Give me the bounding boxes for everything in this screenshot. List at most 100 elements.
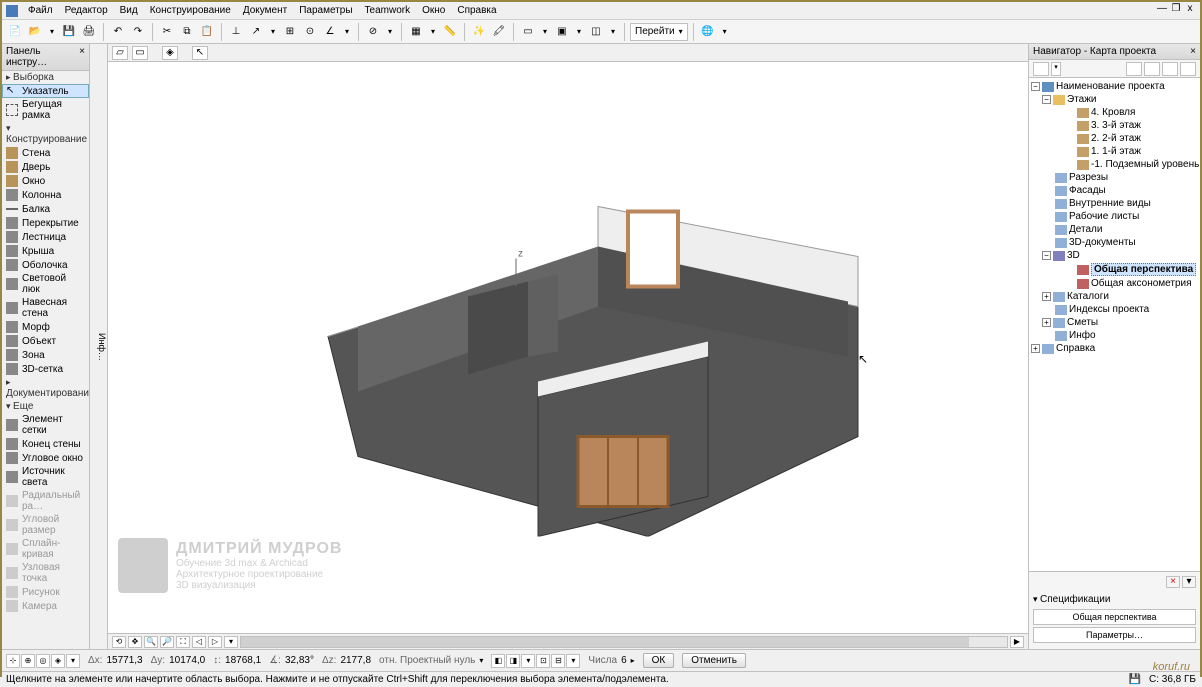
window-minimize[interactable]: — — [1156, 4, 1168, 16]
zoom-next-button[interactable]: ▷ — [208, 636, 222, 648]
tool-mesh[interactable]: 3D-сетка — [2, 362, 89, 376]
measure-button[interactable]: 📏 — [441, 23, 459, 41]
menu-design[interactable]: Конструирование — [144, 3, 237, 18]
tracker-btn-5[interactable]: ⊟ — [551, 654, 565, 668]
menu-edit[interactable]: Редактор — [59, 3, 114, 18]
tool-curtainwall[interactable]: Навесная стена — [2, 296, 89, 320]
navigator-close[interactable]: × — [1190, 46, 1196, 57]
view2-button[interactable]: ▣ — [553, 23, 571, 41]
view2-dropdown[interactable]: ▾ — [573, 23, 585, 41]
tree-3d[interactable]: −3D — [1031, 249, 1198, 262]
cursor-arrow-icon[interactable]: ↖ — [192, 46, 208, 60]
coord-mode-5[interactable]: ▾ — [66, 654, 80, 668]
coord-mode-2[interactable]: ⊕ — [21, 654, 35, 668]
nav-publisher-button[interactable] — [1162, 62, 1178, 76]
menu-options[interactable]: Параметры — [293, 3, 358, 18]
copy-button[interactable]: ⧉ — [178, 23, 196, 41]
orbit-button[interactable]: ⟲ — [112, 636, 126, 648]
tree-3d-docs[interactable]: 3D-документы — [1031, 236, 1198, 249]
tree-stories[interactable]: −Этажи — [1031, 93, 1198, 106]
menu-document[interactable]: Документ — [237, 3, 293, 18]
goto-button[interactable]: Перейти ▾ — [630, 23, 688, 41]
tool-zone[interactable]: Зона — [2, 348, 89, 362]
undo-button[interactable]: ↶ — [109, 23, 127, 41]
tree-story-roof[interactable]: 4. Кровля — [1031, 106, 1198, 119]
navigator-tree[interactable]: −Наименование проекта −Этажи 4. Кровля 3… — [1029, 78, 1200, 571]
geometry-method-3[interactable]: ◈ — [162, 46, 178, 60]
snap-dropdown[interactable]: ▾ — [267, 23, 279, 41]
tool-light[interactable]: Источник света — [2, 465, 89, 489]
view3-button[interactable]: ◫ — [587, 23, 605, 41]
view-name-field[interactable]: Общая перспектива — [1033, 609, 1196, 625]
globe-dropdown[interactable]: ▾ — [719, 23, 731, 41]
tool-drawing[interactable]: Рисунок — [2, 585, 89, 599]
menu-help[interactable]: Справка — [451, 3, 502, 18]
magic-wand-button[interactable]: ✨ — [470, 23, 488, 41]
nav-delete-button[interactable]: × — [1166, 576, 1180, 588]
nav-dropdown[interactable]: ▾ — [1051, 62, 1061, 76]
zoom-in-button[interactable]: 🔍 — [144, 636, 158, 648]
coord-mode-3[interactable]: ◎ — [36, 654, 50, 668]
coord-mode-1[interactable]: ⊹ — [6, 654, 20, 668]
tool-stair[interactable]: Лестница — [2, 230, 89, 244]
tool-column[interactable]: Колонна — [2, 188, 89, 202]
menu-file[interactable]: Файл — [22, 3, 59, 18]
ok-button[interactable]: ОК — [643, 653, 675, 668]
nav-layout-book-button[interactable] — [1144, 62, 1160, 76]
window-restore[interactable]: ❐ — [1170, 4, 1182, 16]
tool-grid-element[interactable]: Элемент сетки — [2, 413, 89, 437]
origin-dropdown[interactable]: ▾ — [479, 656, 483, 665]
view1-button[interactable]: ▭ — [519, 23, 537, 41]
tool-hotspot[interactable]: Узловая точка — [2, 561, 89, 585]
snap-perp-button[interactable]: ⊥ — [227, 23, 245, 41]
nav-settings-button2[interactable]: ▾ — [1182, 576, 1196, 588]
fit-button[interactable]: ⛶ — [176, 636, 190, 648]
window-close[interactable]: x — [1184, 4, 1196, 16]
print-button[interactable]: 🖨 — [80, 23, 98, 41]
tree-lists[interactable]: +Сметы — [1031, 316, 1198, 329]
snap-point-button[interactable]: ⊙ — [301, 23, 319, 41]
tracker-btn-1[interactable]: ◧ — [491, 654, 505, 668]
geometry-method-1[interactable]: ▱ — [112, 46, 128, 60]
params-button[interactable]: Параметры… — [1033, 627, 1196, 643]
tool-marquee[interactable]: Бегущая рамка — [2, 98, 89, 122]
tree-interior[interactable]: Внутренние виды — [1031, 197, 1198, 210]
tool-radial-dim[interactable]: Радиальный ра… — [2, 489, 89, 513]
tool-pointer[interactable]: Указатель — [2, 84, 89, 98]
tool-wall[interactable]: Стена — [2, 146, 89, 160]
cancel-button[interactable]: Отменить — [682, 653, 746, 668]
trace-button[interactable]: ▦ — [407, 23, 425, 41]
nav-project-map-button[interactable] — [1033, 62, 1049, 76]
spec-header[interactable]: ▾ Спецификации — [1033, 592, 1196, 607]
tool-corner-window[interactable]: Угловое окно — [2, 451, 89, 465]
tool-beam[interactable]: Балка — [2, 202, 89, 216]
tool-camera[interactable]: Камера — [2, 599, 89, 613]
new-file-button[interactable]: 📄 — [6, 23, 24, 41]
suspend-button[interactable]: ⊘ — [364, 23, 382, 41]
tool-shell[interactable]: Оболочка — [2, 258, 89, 272]
tool-skylight[interactable]: Световой люк — [2, 272, 89, 296]
menu-view[interactable]: Вид — [114, 3, 144, 18]
snap-grid-button[interactable]: ⊞ — [281, 23, 299, 41]
redo-button[interactable]: ↷ — [129, 23, 147, 41]
open-dropdown[interactable]: ▾ — [46, 23, 58, 41]
tool-window[interactable]: Окно — [2, 174, 89, 188]
tracker-btn-4[interactable]: ⊡ — [536, 654, 550, 668]
paste-button[interactable]: 📋 — [198, 23, 216, 41]
tool-wall-end[interactable]: Конец стены — [2, 437, 89, 451]
scroll-right-button[interactable]: ▶ — [1010, 636, 1024, 648]
pan-button[interactable]: ✥ — [128, 636, 142, 648]
tool-slab[interactable]: Перекрытие — [2, 216, 89, 230]
tree-info[interactable]: Инфо — [1031, 329, 1198, 342]
horizontal-scrollbar[interactable] — [240, 636, 1008, 648]
snap-angle-dropdown[interactable]: ▾ — [341, 23, 353, 41]
trace-dropdown[interactable]: ▾ — [427, 23, 439, 41]
tool-door[interactable]: Дверь — [2, 160, 89, 174]
view3-dropdown[interactable]: ▾ — [607, 23, 619, 41]
tool-morph[interactable]: Морф — [2, 320, 89, 334]
snap-angle-button[interactable]: ∠ — [321, 23, 339, 41]
tracker-btn-3[interactable]: ▾ — [521, 654, 535, 668]
snap-guide-button[interactable]: ↗ — [247, 23, 265, 41]
steps-stepper[interactable]: ▸ — [631, 656, 635, 665]
zoom-out-button[interactable]: 🔎 — [160, 636, 174, 648]
